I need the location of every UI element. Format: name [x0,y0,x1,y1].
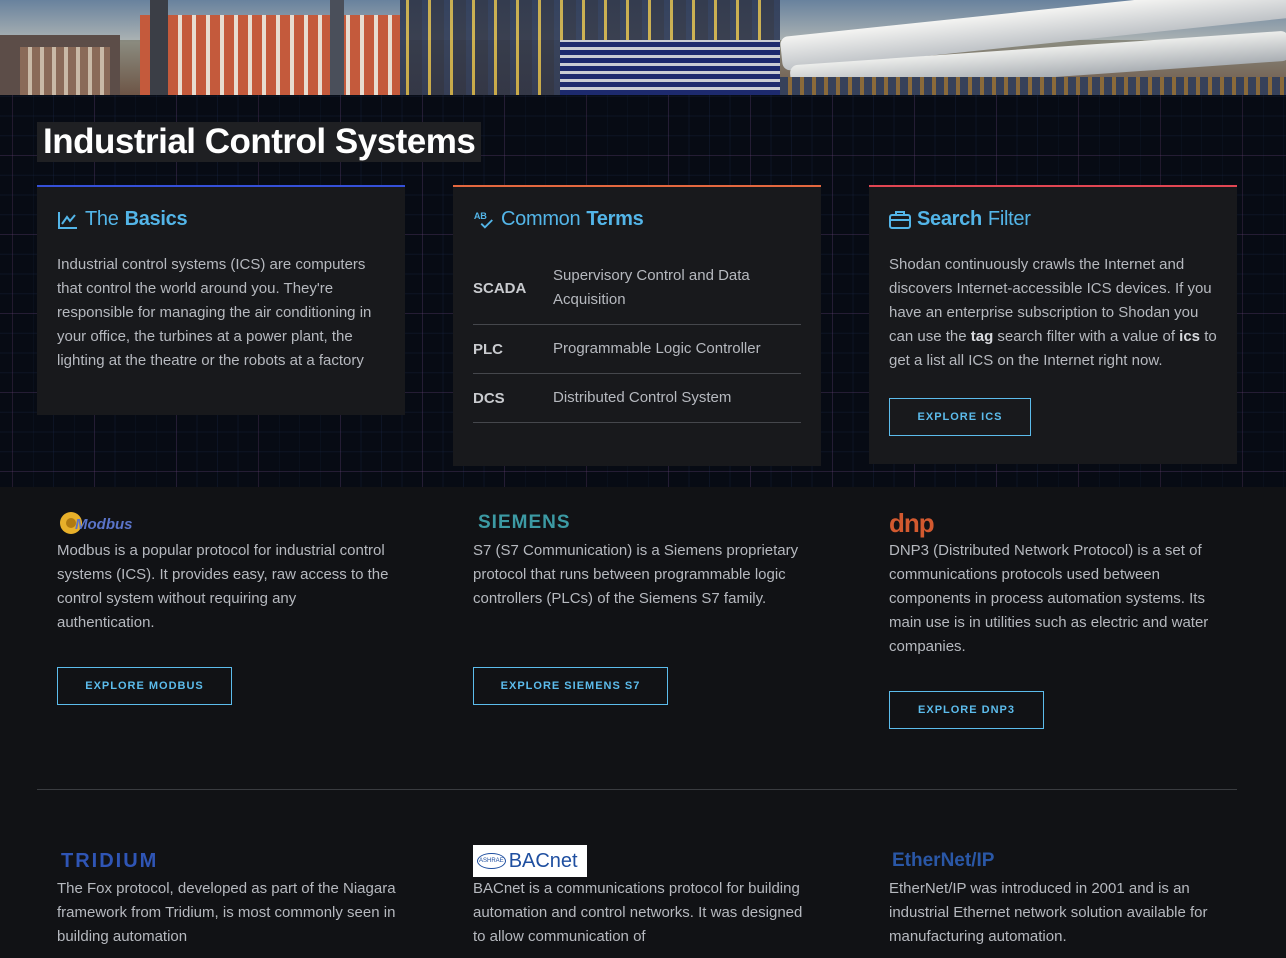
basics-title-plain: The [85,208,119,230]
dnp3-item: dnp DNP3 (Distributed Network Protocol) … [889,505,1229,735]
term-definition: Supervisory Control and Data Acquisition [553,267,750,308]
siemens-logo: SIEMENS [478,512,571,533]
term-definition: Programmable Logic Controller [553,340,761,357]
explore-dnp3-button[interactable]: EXPLORE DNP3 [889,691,1044,729]
terms-card: AB Common Terms SCADA Supervisory Contro… [453,185,821,466]
chart-icon [57,209,79,231]
basics-text: Industrial control systems (ICS) are com… [57,256,372,369]
modbus-item: Modbus Modbus is a popular protocol for … [57,505,397,715]
basics-card-title: The Basics [57,208,188,231]
term-abbr: SCADA [473,279,527,297]
ethernetip-logo: Ether Net/IP [892,850,995,871]
modbus-logo: Modbus [57,505,157,541]
explore-ics-button[interactable]: EXPLORE ICS [889,398,1031,436]
term-definition: Distributed Control System [553,389,732,406]
ethernetip-item: Ether Net/IP EtherNet/IP was introduced i… [889,843,1229,958]
search-text-part: search filter with a value of [997,328,1175,345]
briefcase-icon [889,209,911,231]
basics-card: The Basics Industrial control systems (I… [37,185,405,415]
dnp-logo: dnp [889,508,935,538]
modbus-description: Modbus is a popular protocol for industr… [57,542,389,631]
ics-keyword: ics [1179,328,1201,345]
terms-card-title: AB Common Terms [473,208,644,231]
term-abbr: DCS [473,389,505,407]
bacnet-description: BACnet is a communications protocol for … [473,880,803,945]
siemens-description: S7 (S7 Communication) is a Siemens propr… [473,542,799,607]
bacnet-logo: ASHRAE BACnet [473,843,587,879]
search-title-plain: Filter [987,208,1031,230]
term-row: SCADA Supervisory Control and Data Acqui… [473,252,801,325]
svg-text:Modbus: Modbus [75,516,133,533]
term-row: PLC Programmable Logic Controller [473,325,801,374]
search-title-bold: Search [917,208,982,230]
hero-image [0,0,1286,95]
svg-text:AB: AB [474,211,487,221]
tridium-logo: TRIDIUM [61,849,159,872]
section-divider [37,789,1237,790]
term-row: DCS Distributed Control System [473,374,801,423]
terms-table: SCADA Supervisory Control and Data Acqui… [473,252,801,423]
spellcheck-icon: AB [473,209,495,231]
search-card-title: Search Filter [889,208,1031,231]
terms-title-bold: Terms [586,208,644,230]
ethernetip-description: EtherNet/IP was introduced in 2001 and i… [889,880,1208,945]
term-abbr: PLC [473,340,503,358]
search-filter-card: Search Filter Shodan continuously crawls… [869,185,1237,464]
terms-title-plain: Common [501,208,581,230]
siemens-item: SIEMENS S7 (S7 Communication) is a Sieme… [473,505,813,715]
tridium-item: TRIDIUM The Fox protocol, developed as p… [57,843,397,958]
search-text: Shodan continuously crawls the Internet … [889,253,1224,373]
dnp3-description: DNP3 (Distributed Network Protocol) is a… [889,542,1209,655]
basics-title-bold: Basics [124,208,188,230]
bacnet-item: ASHRAE BACnet BACnet is a communications… [473,843,813,958]
explore-siemens-button[interactable]: EXPLORE SIEMENS S7 [473,667,668,705]
page-title: Industrial Control Systems [37,122,482,162]
explore-modbus-button[interactable]: EXPLORE MODBUS [57,667,232,705]
tridium-description: The Fox protocol, developed as part of t… [57,880,396,945]
tag-keyword: tag [970,328,994,345]
